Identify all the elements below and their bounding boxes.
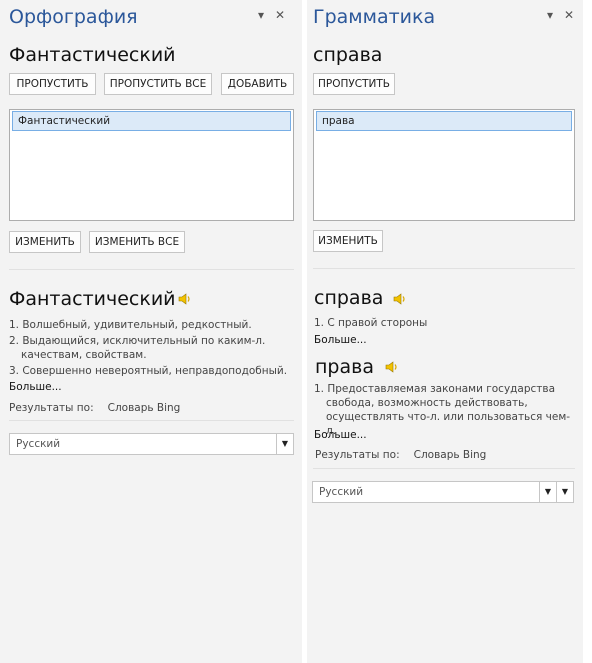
suggestion-item[interactable]: Фантастический xyxy=(12,111,291,131)
speaker-icon[interactable] xyxy=(393,292,407,306)
definition-item: 2. Выдающийся, исключительный по каким-л… xyxy=(9,335,266,361)
change-button[interactable]: ИЗМЕНИТЬ xyxy=(313,230,383,252)
definitions-list: 1. Волшебный, удивительный, редкостный. … xyxy=(9,318,294,380)
close-icon[interactable]: ✕ xyxy=(564,8,574,22)
definitions-list: 1. С правой стороны xyxy=(314,316,576,332)
divider xyxy=(313,468,575,469)
definition-item: 1. Волшебный, удивительный, редкостный. xyxy=(9,319,252,331)
dictionary-word: справа xyxy=(314,287,384,309)
flagged-word: справа xyxy=(313,44,383,66)
divider xyxy=(313,268,575,269)
results-label: Результаты по: xyxy=(315,449,400,461)
add-to-dictionary-button[interactable]: ДОБАВИТЬ xyxy=(221,73,294,95)
pane-options-icon[interactable]: ▾ xyxy=(258,8,264,22)
pane-title: Орфография xyxy=(9,6,138,28)
close-icon[interactable]: ✕ xyxy=(275,8,285,22)
speaker-icon[interactable] xyxy=(385,360,399,374)
results-label: Результаты по: xyxy=(9,402,94,414)
suggestions-list[interactable]: права xyxy=(313,109,575,221)
divider xyxy=(9,269,294,270)
spelling-pane: Орфография ▾ ✕ Фантастический ПРОПУСТИТЬ… xyxy=(0,0,302,663)
pane-title: Грамматика xyxy=(313,6,436,28)
change-all-button[interactable]: ИЗМЕНИТЬ ВСЕ xyxy=(89,231,185,253)
language-value: Русский xyxy=(16,438,61,450)
chevron-down-icon[interactable]: ▼ xyxy=(556,482,573,502)
ignore-all-button[interactable]: ПРОПУСТИТЬ ВСЕ xyxy=(104,73,212,95)
ignore-button[interactable]: ПРОПУСТИТЬ xyxy=(9,73,96,95)
language-dropdown[interactable]: Русский ▼ ▼ xyxy=(312,481,574,503)
change-button[interactable]: ИЗМЕНИТЬ xyxy=(9,231,81,253)
results-line: Результаты по: Словарь Bing xyxy=(315,449,486,461)
suggestion-item[interactable]: права xyxy=(316,111,572,131)
language-value: Русский xyxy=(319,486,364,498)
grammar-pane: Грамматика ▾ ✕ справа ПРОПУСТИТЬ права И… xyxy=(307,0,583,663)
misspelled-word: Фантастический xyxy=(9,44,176,66)
more-link[interactable]: Больше... xyxy=(314,429,367,441)
divider xyxy=(9,420,294,421)
pane-options-icon[interactable]: ▾ xyxy=(547,8,553,22)
speaker-icon[interactable] xyxy=(178,292,192,306)
ignore-button[interactable]: ПРОПУСТИТЬ xyxy=(313,73,395,95)
dictionary-word: права xyxy=(315,356,374,378)
suggestions-list[interactable]: Фантастический xyxy=(9,109,294,221)
more-link[interactable]: Больше... xyxy=(314,334,367,346)
results-source: Словарь Bing xyxy=(107,402,181,414)
definition-item: 3. Совершенно невероятный, неправдоподоб… xyxy=(9,365,288,377)
more-link[interactable]: Больше... xyxy=(9,381,62,393)
results-source: Словарь Bing xyxy=(413,449,487,461)
language-dropdown[interactable]: Русский ▼ xyxy=(9,433,294,455)
chevron-down-icon[interactable]: ▼ xyxy=(276,434,293,454)
dictionary-word: Фантастический xyxy=(9,288,176,310)
definition-item: 1. С правой стороны xyxy=(314,317,428,329)
results-line: Результаты по: Словарь Bing xyxy=(9,402,180,414)
chevron-down-icon[interactable]: ▼ xyxy=(539,482,556,502)
